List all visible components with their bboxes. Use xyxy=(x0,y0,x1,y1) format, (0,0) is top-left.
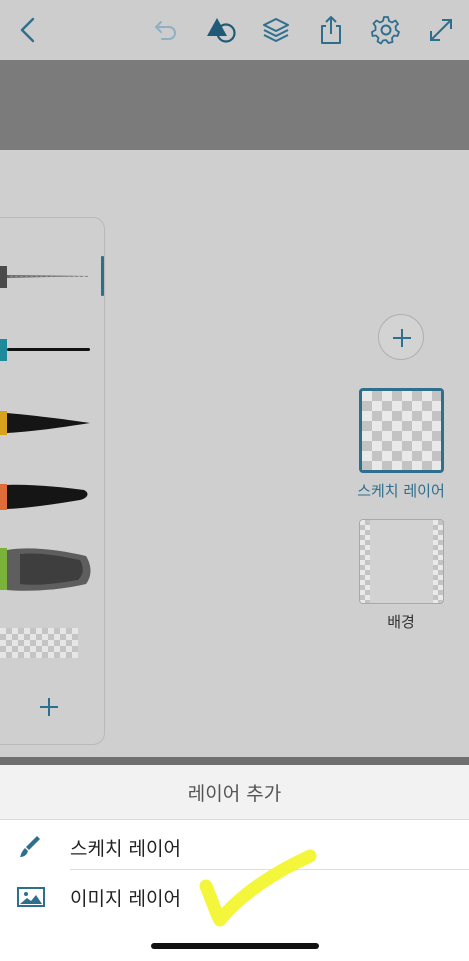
sketch-layer-thumbnail[interactable] xyxy=(359,388,444,473)
back-icon[interactable] xyxy=(12,14,44,46)
watercolor-tool[interactable] xyxy=(0,544,96,594)
shapes-icon[interactable] xyxy=(205,14,237,46)
home-indicator[interactable] xyxy=(151,943,319,949)
pencil-brush-tool-2[interactable] xyxy=(0,408,96,438)
brush-icon xyxy=(16,834,46,860)
sketch-layer-option-label: 스케치 레이어 xyxy=(70,838,181,860)
image-icon xyxy=(16,884,46,910)
layers-icon[interactable] xyxy=(260,14,292,46)
sheet-top-border xyxy=(0,757,469,765)
undo-icon[interactable] xyxy=(150,14,182,46)
sheet-header: 레이어 추가 xyxy=(0,765,469,820)
add-layer-button[interactable] xyxy=(378,314,424,360)
selected-brush-indicator xyxy=(101,256,104,296)
transparency-pattern xyxy=(362,391,441,470)
transparency-pattern-left xyxy=(360,520,370,603)
pencil-brush-tool[interactable] xyxy=(0,262,96,292)
sketch-layer-label: 스케치 레이어 xyxy=(357,482,445,500)
canvas-top-band xyxy=(0,60,469,150)
background-layer-label: 배경 xyxy=(387,613,415,631)
image-layer-option-label: 이미지 레이어 xyxy=(70,888,181,910)
share-icon[interactable] xyxy=(315,14,347,46)
marker-tool[interactable] xyxy=(0,481,96,511)
settings-icon[interactable] xyxy=(370,14,402,46)
sheet-title: 레이어 추가 xyxy=(187,782,282,805)
top-toolbar xyxy=(0,0,469,60)
ink-pen-tool[interactable] xyxy=(0,335,96,365)
transparency-pattern-right xyxy=(433,520,443,603)
eraser-tool[interactable] xyxy=(0,628,78,658)
background-layer-thumbnail[interactable] xyxy=(359,519,444,604)
fullscreen-icon[interactable] xyxy=(425,14,457,46)
plus-icon xyxy=(393,329,411,347)
add-brush-button[interactable] xyxy=(36,694,62,720)
checkmark-icon xyxy=(196,848,321,928)
